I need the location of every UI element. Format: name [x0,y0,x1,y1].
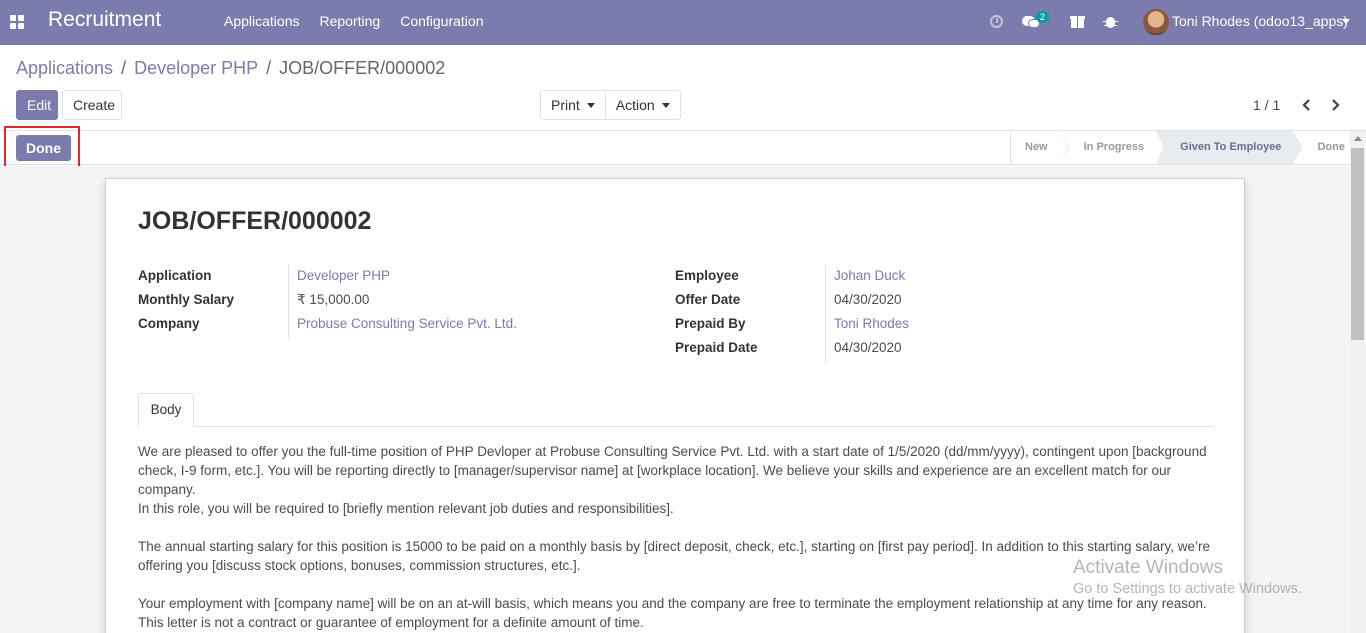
action-dropdown[interactable]: Action [604,91,680,119]
body-paragraph: The annual starting salary for this posi… [138,539,1211,573]
breadcrumb: Applications / Developer PHP / JOB/OFFER… [16,58,445,79]
scrollbar-thumb[interactable] [1351,148,1364,340]
prepaid-date-value: 04/30/2020 [834,340,902,355]
menu-applications[interactable]: Applications [214,0,310,45]
breadcrumb-applications[interactable]: Applications [16,58,113,79]
employee-label: Employee [675,268,739,283]
tab-body[interactable]: Body [138,393,194,427]
prepaid-by-value[interactable]: Toni Rhodes [834,316,909,331]
windows-activation-title: Activate Windows [1073,557,1223,578]
print-dropdown[interactable]: Print [541,91,605,119]
field-divider [288,265,289,339]
monthly-salary-label: Monthly Salary [138,292,235,307]
stage-in-progress[interactable]: In Progress [1059,131,1165,164]
gift-icon[interactable] [1070,13,1088,31]
debug-bug-icon[interactable] [1103,13,1121,31]
stage-given-to-employee[interactable]: Given To Employee [1156,131,1303,164]
employee-value[interactable]: Johan Duck [834,268,905,283]
edit-button[interactable]: Edit [16,90,58,120]
chevron-down-icon [586,102,595,108]
breadcrumb-separator: / [121,58,127,78]
main-menu: Applications Reporting Configuration [214,0,493,45]
action-button-group: Print Action [540,90,681,120]
body-paragraph: In this role, you will be required to [b… [138,501,674,516]
status-bar: Done New In Progress Given To Employee D… [0,126,1366,169]
field-divider [825,265,826,363]
pager-value[interactable]: 1 / 1 [1253,97,1280,113]
application-value[interactable]: Developer PHP [297,268,390,283]
body-paragraph: We are pleased to offer you the full-tim… [138,444,1207,497]
company-value[interactable]: Probuse Consulting Service Pvt. Ltd. [297,316,517,331]
highlight-annotation-box [4,126,80,169]
stage-new[interactable]: New [1011,131,1069,164]
chevron-down-icon [661,102,670,108]
monthly-salary-value: ₹ 15,000.00 [297,292,370,307]
application-label: Application [138,268,212,283]
menu-reporting[interactable]: Reporting [310,0,391,45]
breadcrumb-separator: / [266,58,272,78]
windows-activation-subtitle: Go to Settings to activate Windows. [1073,581,1302,597]
action-label: Action [615,97,655,113]
control-panel: Applications / Developer PHP / JOB/OFFER… [0,45,1366,131]
chevron-right-icon[interactable] [1328,98,1342,112]
prepaid-by-label: Prepaid By [675,316,746,331]
breadcrumb-developer-php[interactable]: Developer PHP [134,58,258,79]
app-title: Recruitment [48,8,162,31]
stage-pipeline: New In Progress Given To Employee Done [1010,131,1357,164]
chevron-left-icon[interactable] [1300,98,1314,112]
create-button[interactable]: Create [62,90,122,120]
prepaid-date-label: Prepaid Date [675,340,758,355]
user-menu[interactable]: Toni Rhodes (odoo13_apps) [1172,13,1348,29]
scroll-up-icon[interactable] [1354,136,1362,141]
record-title: JOB/OFFER/000002 [138,207,372,235]
offer-date-label: Offer Date [675,292,741,307]
tab-border [138,426,1213,427]
message-count-badge: 2 [1036,11,1050,23]
user-avatar[interactable] [1143,9,1169,35]
breadcrumb-current: JOB/OFFER/000002 [279,58,446,78]
offer-date-value: 04/30/2020 [834,292,902,307]
top-navbar: Recruitment Applications Reporting Confi… [0,0,1366,45]
apps-grid-icon[interactable] [10,15,24,29]
menu-configuration[interactable]: Configuration [390,0,493,45]
company-label: Company [138,316,200,331]
print-label: Print [551,97,580,113]
body-paragraph: Your employment with [company name] will… [138,596,1207,630]
user-menu-caret-icon[interactable] [1342,19,1350,24]
stage-done[interactable]: Done [1293,131,1357,164]
activity-clock-icon[interactable] [988,13,1006,31]
